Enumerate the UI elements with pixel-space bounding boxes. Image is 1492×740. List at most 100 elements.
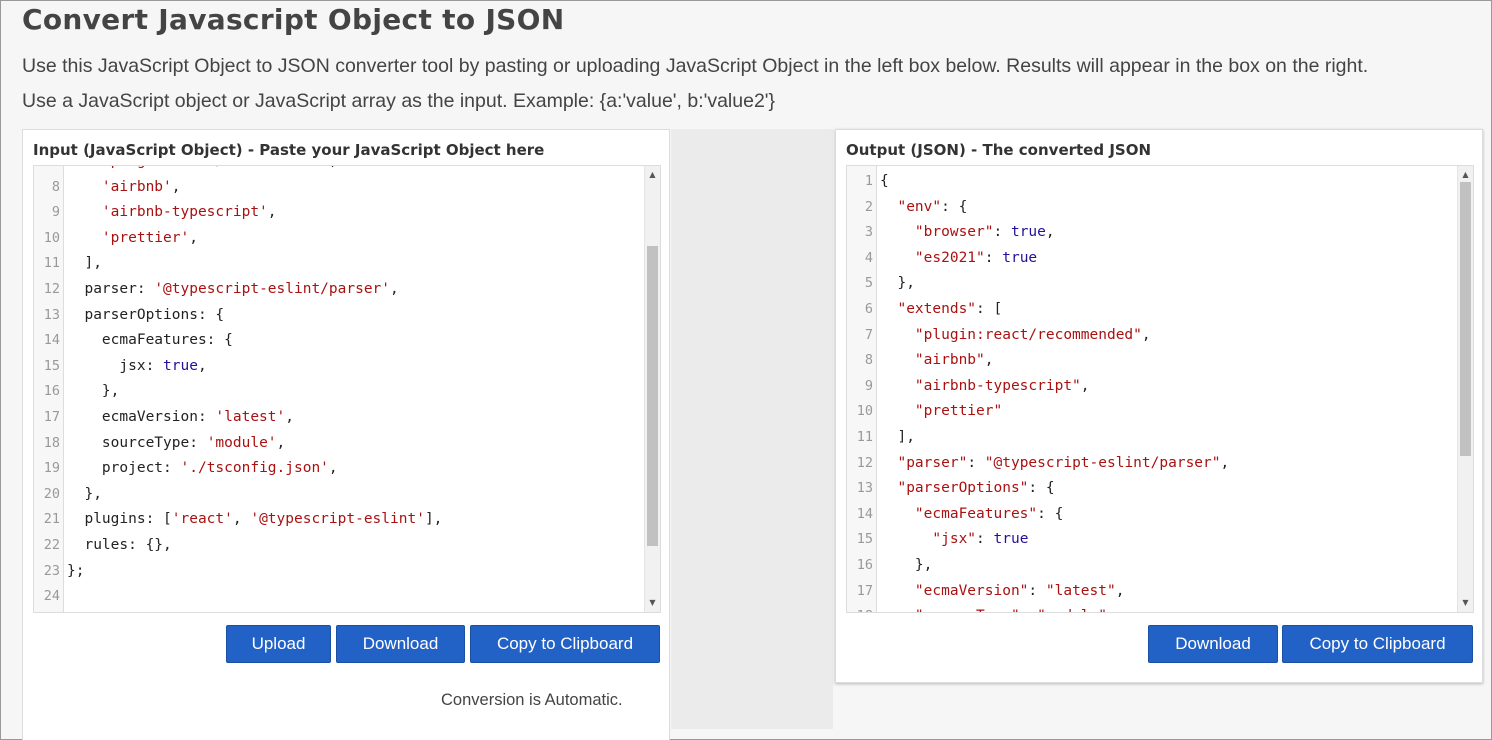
code-text[interactable]: jsx: true, (67, 354, 206, 380)
code-text[interactable]: 'plugin:react/recommended', (67, 166, 338, 175)
code-line[interactable]: 21 plugins: ['react', '@typescript-eslin… (34, 507, 644, 533)
line-number: 7 (34, 166, 60, 175)
input-download-button[interactable]: Download (336, 625, 465, 663)
code-text[interactable]: ecmaVersion: 'latest', (67, 405, 294, 431)
code-text[interactable]: "env": { (880, 195, 967, 221)
code-line[interactable]: 20 }, (34, 482, 644, 508)
code-line[interactable]: 16 }, (34, 379, 644, 405)
code-line[interactable]: 13 "parserOptions": { (847, 476, 1457, 502)
code-line[interactable]: 5 }, (847, 271, 1457, 297)
scroll-up-arrow-icon[interactable]: ▲ (1458, 168, 1473, 182)
output-download-button[interactable]: Download (1148, 625, 1278, 663)
code-text[interactable]: 'prettier', (67, 226, 198, 252)
code-line[interactable]: 24 (34, 584, 644, 610)
code-text[interactable]: "airbnb-typescript", (880, 374, 1090, 400)
code-line[interactable]: 3 "browser": true, (847, 220, 1457, 246)
code-line[interactable]: 23}; (34, 559, 644, 585)
code-line[interactable]: 12 parser: '@typescript-eslint/parser', (34, 277, 644, 303)
code-text[interactable]: }, (880, 271, 914, 297)
code-lines[interactable]: 1{2 "env": {3 "browser": true, 4 "es2021"… (847, 166, 1457, 612)
scrollbar-thumb[interactable] (1460, 182, 1471, 456)
line-number: 8 (864, 352, 873, 369)
code-line[interactable]: 1{ (847, 169, 1457, 195)
code-line[interactable]: 10 "prettier" (847, 399, 1457, 425)
code-text[interactable]: "parser": "@typescript-eslint/parser", (880, 451, 1229, 477)
code-line[interactable]: 11 ], (847, 425, 1457, 451)
code-text[interactable]: rules: {}, (67, 533, 171, 559)
code-text[interactable]: project: './tsconfig.json', (67, 456, 338, 482)
code-text[interactable]: sourceType: 'module', (67, 431, 285, 457)
input-copy-button[interactable]: Copy to Clipboard (470, 625, 660, 663)
code-text[interactable]: { (880, 169, 889, 195)
code-line[interactable]: 2 "env": { (847, 195, 1457, 221)
code-line[interactable]: 14 ecmaFeatures: { (34, 328, 644, 354)
scroll-down-arrow-icon[interactable]: ▼ (645, 596, 660, 610)
line-number: 17 (856, 582, 873, 599)
line-number: 23 (43, 562, 60, 579)
code-text[interactable]: parserOptions: { (67, 303, 224, 329)
code-line[interactable]: 22 rules: {}, (34, 533, 644, 559)
code-line[interactable]: 12 "parser": "@typescript-eslint/parser"… (847, 451, 1457, 477)
code-text[interactable]: }; (67, 559, 84, 585)
code-line[interactable]: 9 "airbnb-typescript", (847, 374, 1457, 400)
scroll-down-arrow-icon[interactable]: ▼ (1458, 596, 1473, 610)
output-code-editor[interactable]: 1{2 "env": {3 "browser": true, 4 "es2021"… (846, 165, 1474, 613)
code-line[interactable]: 9 'airbnb-typescript', (34, 200, 644, 226)
line-number: 14 (856, 505, 873, 522)
code-text[interactable]: 'airbnb-typescript', (67, 200, 277, 226)
code-text[interactable]: "plugin:react/recommended", (880, 323, 1151, 349)
code-line[interactable]: 7 "plugin:react/recommended", (847, 323, 1457, 349)
code-line[interactable]: 16 }, (847, 553, 1457, 579)
code-text[interactable]: plugins: ['react', '@typescript-eslint']… (67, 507, 442, 533)
code-text[interactable]: "parserOptions": { (880, 476, 1054, 502)
line-number: 10 (43, 229, 60, 246)
code-text[interactable]: }, (67, 482, 101, 508)
code-line[interactable]: 17 "ecmaVersion": "latest", (847, 579, 1457, 605)
input-code-editor[interactable]: 7 'plugin:react/recommended',8 'airbnb',… (33, 165, 661, 613)
code-line[interactable]: 10 'prettier', (34, 226, 644, 252)
code-text[interactable]: 'airbnb', (67, 175, 181, 201)
code-line[interactable]: 8 'airbnb', (34, 175, 644, 201)
code-text[interactable]: ], (880, 425, 914, 451)
code-text[interactable]: "airbnb", (880, 348, 994, 374)
line-number: 22 (43, 537, 60, 553)
scroll-up-arrow-icon[interactable]: ▲ (645, 168, 660, 182)
code-line[interactable]: 14 "ecmaFeatures": { (847, 502, 1457, 528)
code-line[interactable]: 19 project: './tsconfig.json', (34, 456, 644, 482)
description-text: Use this JavaScript Object to JSON conve… (22, 55, 1369, 77)
code-text[interactable]: parser: '@typescript-eslint/parser', (67, 277, 398, 303)
code-text[interactable]: }, (880, 553, 932, 579)
output-copy-button[interactable]: Copy to Clipboard (1282, 625, 1473, 663)
upload-button[interactable]: Upload (226, 625, 331, 663)
line-number: 12 (856, 454, 873, 471)
code-text[interactable]: "ecmaVersion": "latest", (880, 579, 1125, 605)
code-lines[interactable]: 7 'plugin:react/recommended',8 'airbnb',… (34, 166, 644, 612)
code-text[interactable]: "ecmaFeatures": { (880, 502, 1063, 528)
code-line[interactable]: 15 "jsx": true (847, 527, 1457, 553)
code-line[interactable]: 11 ], (34, 251, 644, 277)
line-number: 11 (43, 255, 60, 272)
code-line[interactable]: 18 "sourceType": "module", (847, 604, 1457, 612)
code-line[interactable]: 13 parserOptions: { (34, 303, 644, 329)
code-text[interactable]: ecmaFeatures: { (67, 328, 233, 354)
code-line[interactable]: 6 "extends": [ (847, 297, 1457, 323)
input-scrollbar[interactable]: ▲ ▼ (644, 166, 660, 612)
code-text[interactable]: "extends": [ (880, 297, 1002, 323)
code-line[interactable]: 4 "es2021": true (847, 246, 1457, 272)
code-line[interactable]: 7 'plugin:react/recommended', (34, 166, 644, 175)
code-text[interactable]: "browser": true, (880, 220, 1055, 246)
code-text[interactable]: "prettier" (880, 399, 1002, 425)
output-scrollbar[interactable]: ▲ ▼ (1457, 166, 1473, 612)
conversion-status: Conversion is Automatic. (441, 691, 623, 709)
code-line[interactable]: 15 jsx: true, (34, 354, 644, 380)
code-text[interactable]: ], (67, 251, 101, 277)
code-line[interactable]: 17 ecmaVersion: 'latest', (34, 405, 644, 431)
code-text[interactable]: "es2021": true (880, 246, 1037, 272)
code-text[interactable]: "jsx": true (880, 527, 1028, 553)
code-line[interactable]: 8 "airbnb", (847, 348, 1457, 374)
code-text[interactable]: "sourceType": "module", (880, 604, 1116, 612)
code-line[interactable]: 18 sourceType: 'module', (34, 431, 644, 457)
code-text[interactable]: }, (67, 379, 119, 405)
line-number: 1 (864, 173, 873, 189)
scrollbar-thumb[interactable] (647, 245, 658, 546)
